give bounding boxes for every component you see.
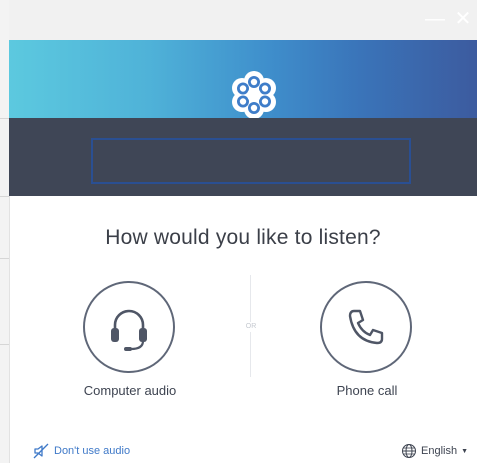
name-input[interactable]: [91, 138, 411, 184]
minimize-button[interactable]: —: [424, 8, 446, 30]
title-bar: [9, 0, 477, 40]
gotomeeting-flower-icon: [232, 71, 276, 119]
edge-line: [0, 196, 9, 197]
headset-icon: [111, 309, 147, 351]
globe-icon: [402, 444, 416, 458]
language-selector[interactable]: English ▼: [401, 443, 468, 459]
phone-icon: [348, 309, 384, 345]
edge-line: [0, 344, 9, 345]
edge-line: [0, 118, 9, 119]
computer-audio-label: Computer audio: [83, 383, 177, 398]
phone-call-button[interactable]: [320, 281, 412, 373]
or-separator: OR: [243, 322, 259, 332]
dont-use-audio-label[interactable]: Don't use audio: [54, 445, 130, 457]
chevron-down-icon: ▼: [461, 447, 469, 455]
computer-audio-button[interactable]: [83, 281, 175, 373]
phone-call-option[interactable]: Phone call: [307, 281, 427, 411]
phone-call-label: Phone call: [336, 383, 398, 398]
computer-audio-option[interactable]: Computer audio: [70, 281, 190, 411]
edge-line: [0, 258, 9, 259]
dont-use-audio-link[interactable]: Don't use audio: [33, 443, 130, 459]
language-label: English: [421, 445, 458, 457]
muted-speaker-icon: [33, 443, 49, 459]
close-button[interactable]: ✕: [452, 8, 474, 30]
page-title: How would you like to listen?: [105, 226, 381, 249]
